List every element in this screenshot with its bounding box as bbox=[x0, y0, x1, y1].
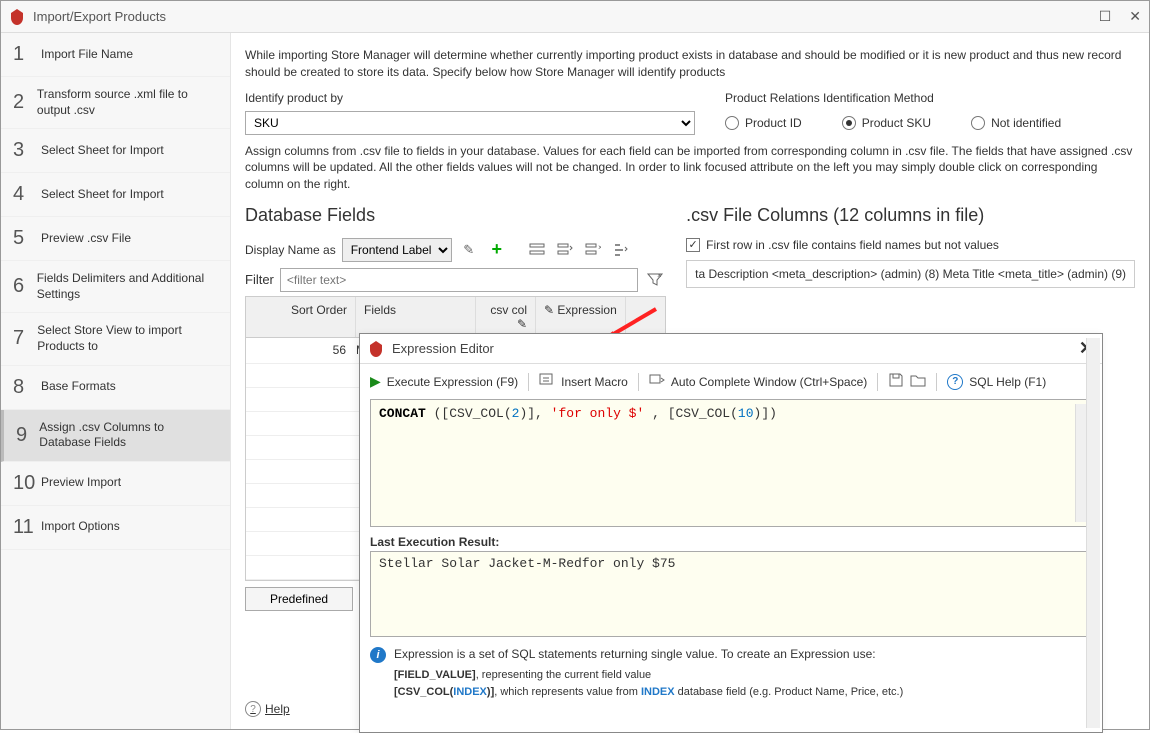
tool-icon-2[interactable] bbox=[554, 239, 576, 261]
help-link[interactable]: ? Help bbox=[245, 701, 290, 717]
step-6[interactable]: 6Fields Delimiters and Additional Settin… bbox=[1, 261, 230, 313]
radio-product-id[interactable]: Product ID bbox=[725, 116, 802, 130]
result-label: Last Execution Result: bbox=[370, 535, 1092, 549]
radio-not-identified[interactable]: Not identified bbox=[971, 116, 1061, 130]
first-row-checkbox[interactable]: First row in .csv file contains field na… bbox=[686, 238, 1135, 252]
info-list: [FIELD_VALUE], representing the current … bbox=[394, 667, 1092, 700]
csv-heading: .csv File Columns (12 columns in file) bbox=[686, 205, 1135, 226]
tool-icon-1[interactable] bbox=[526, 239, 548, 261]
play-icon: ▶ bbox=[370, 373, 381, 390]
scrollbar[interactable] bbox=[1086, 338, 1100, 728]
svg-text:×: × bbox=[598, 243, 601, 252]
info-text: Expression is a set of SQL statements re… bbox=[394, 647, 876, 661]
identify-label: Identify product by bbox=[245, 91, 695, 105]
save-icon[interactable] bbox=[888, 372, 904, 391]
autocomplete-button[interactable]: Auto Complete Window (Ctrl+Space) bbox=[671, 375, 867, 389]
identify-select[interactable]: SKU bbox=[245, 111, 695, 135]
info-icon: i bbox=[370, 647, 386, 663]
col-expr[interactable]: ✎ Expression bbox=[536, 297, 626, 337]
open-icon[interactable] bbox=[910, 372, 926, 391]
result-textarea: Stellar Solar Jacket-M-Redfor only $75 bbox=[370, 551, 1092, 637]
svg-text:×: × bbox=[657, 272, 662, 280]
display-name-select[interactable]: Frontend Label bbox=[342, 238, 452, 262]
help-icon: ? bbox=[245, 701, 261, 717]
col-fields[interactable]: Fields bbox=[356, 297, 476, 337]
window-title: Import/Export Products bbox=[33, 9, 1099, 24]
step-8[interactable]: 8Base Formats bbox=[1, 366, 230, 410]
db-fields-heading: Database Fields bbox=[245, 205, 666, 226]
modal-title: Expression Editor bbox=[392, 341, 494, 356]
tool-icon-4[interactable] bbox=[610, 239, 632, 261]
step-3[interactable]: 3Select Sheet for Import bbox=[1, 129, 230, 173]
assign-text: Assign columns from .csv file to fields … bbox=[245, 143, 1135, 193]
app-icon bbox=[9, 9, 25, 25]
sql-help-button[interactable]: SQL Help (F1) bbox=[969, 375, 1046, 389]
expression-editor-modal: Expression Editor ✕ ▶ Execute Expression… bbox=[359, 333, 1103, 733]
step-11[interactable]: 11Import Options bbox=[1, 506, 230, 550]
step-10[interactable]: 10Preview Import bbox=[1, 462, 230, 506]
filter-label: Filter bbox=[245, 272, 274, 287]
filter-clear-icon[interactable]: × bbox=[644, 269, 666, 291]
sidebar: 1Import File Name 2Transform source .xml… bbox=[1, 33, 231, 729]
relations-label: Product Relations Identification Method bbox=[725, 91, 934, 105]
step-1[interactable]: 1Import File Name bbox=[1, 33, 230, 77]
edit-icon[interactable]: ✎ bbox=[458, 239, 480, 261]
radio-product-sku[interactable]: Product SKU bbox=[842, 116, 931, 130]
expression-textarea[interactable]: CONCAT ([CSV_COL(2)], 'for only $' , [CS… bbox=[370, 399, 1092, 527]
step-4[interactable]: 4Select Sheet for Import bbox=[1, 173, 230, 217]
predefined-button[interactable]: Predefined bbox=[245, 587, 353, 611]
window-maximize-icon[interactable]: ☐ bbox=[1099, 8, 1112, 25]
autocomplete-icon bbox=[649, 372, 665, 391]
execute-button[interactable]: Execute Expression (F9) bbox=[387, 375, 518, 389]
insert-macro-button[interactable]: Insert Macro bbox=[561, 375, 628, 389]
step-5[interactable]: 5Preview .csv File bbox=[1, 217, 230, 261]
app-icon bbox=[368, 341, 384, 357]
add-icon[interactable]: + bbox=[486, 239, 508, 261]
checkbox-icon bbox=[686, 238, 700, 252]
window-close-icon[interactable]: ✕ bbox=[1129, 8, 1141, 25]
csv-columns-list[interactable]: ta Description <meta_description> (admin… bbox=[686, 260, 1135, 288]
tool-icon-3[interactable]: × bbox=[582, 239, 604, 261]
help-icon: ? bbox=[947, 374, 963, 390]
step-2[interactable]: 2Transform source .xml file to output .c… bbox=[1, 77, 230, 129]
col-csvcol[interactable]: csv col ✎ bbox=[476, 297, 536, 337]
insert-macro-icon bbox=[539, 372, 555, 391]
step-9[interactable]: 9Assign .csv Columns to Database Fields bbox=[1, 410, 230, 462]
filter-input[interactable] bbox=[280, 268, 638, 292]
intro-text: While importing Store Manager will deter… bbox=[245, 47, 1135, 81]
col-sort[interactable]: Sort Order bbox=[246, 297, 356, 337]
titlebar: Import/Export Products ☐ ✕ bbox=[1, 1, 1149, 33]
step-7[interactable]: 7Select Store View to import Products to bbox=[1, 313, 230, 365]
display-name-label: Display Name as bbox=[245, 243, 336, 257]
